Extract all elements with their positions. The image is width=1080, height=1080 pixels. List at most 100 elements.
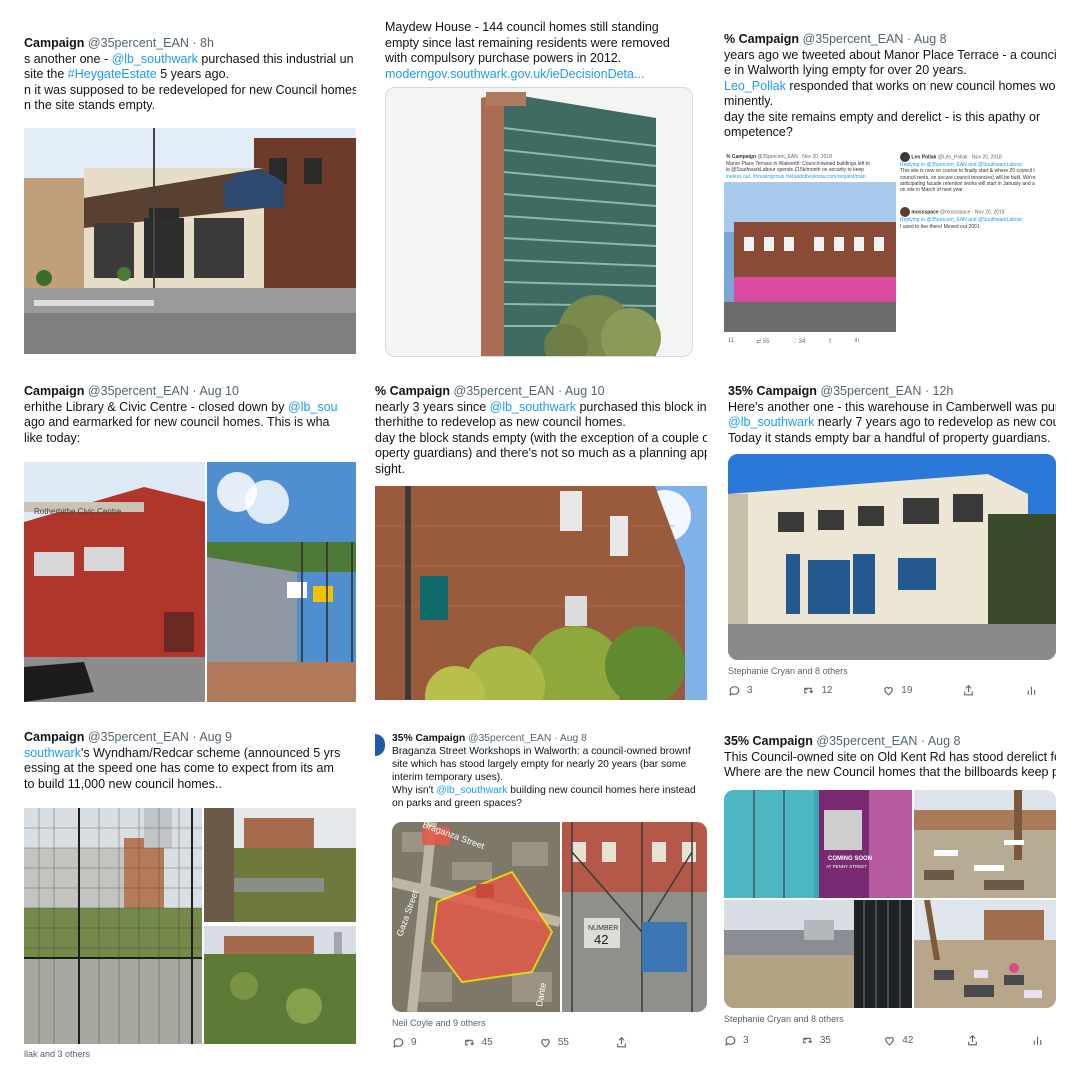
mention-link[interactable]: @lb_sou	[288, 400, 338, 414]
tweet-photo[interactable]	[204, 808, 356, 922]
tweet-photo[interactable]: NUMBER 42	[562, 822, 707, 1012]
author-handle[interactable]: @35percent_EAN	[88, 730, 189, 744]
tweet-line: essing at the speed one has come to expe…	[24, 761, 334, 775]
retweet-icon	[802, 1037, 813, 1044]
mention-link[interactable]: @lb_southwark	[728, 415, 814, 429]
link-url[interactable]: moderngov.southwark.gov.uk/ieDecisionDet…	[385, 67, 670, 83]
reply-button[interactable]: 3	[724, 1034, 749, 1047]
share-button[interactable]	[615, 1036, 628, 1049]
likers-text[interactable]: llak and 3 others	[24, 1049, 90, 1057]
tweet-line: like today:	[24, 430, 81, 445]
tweet-tile-old-kent-road[interactable]: 35% Campaign @35percent_EAN · Aug 8 This…	[724, 732, 1056, 1058]
tweet-time[interactable]: Aug 8	[928, 734, 961, 748]
tweet-tile-manor-place[interactable]: % Campaign @35percent_EAN · Aug 8 years …	[724, 28, 1056, 358]
author-name[interactable]: % Campaign	[375, 384, 450, 398]
link-card-photo[interactable]	[385, 87, 693, 357]
author-handle[interactable]: @35percent_EAN	[468, 733, 551, 744]
tweet-time[interactable]: 12h	[933, 384, 954, 398]
tweet-tile-heygate[interactable]: Campaign @35percent_EAN · 8h s another o…	[24, 28, 356, 358]
likers-text[interactable]: Stephanie Cryan and 8 others	[728, 666, 848, 676]
share-button[interactable]	[966, 1034, 979, 1047]
tweet-photo[interactable]: Rotherhithe Civic Centre	[24, 462, 205, 702]
author-handle[interactable]: @35percent_EAN	[816, 734, 917, 748]
tweet-line: Where are the new Council homes that the…	[724, 765, 1056, 779]
action-bar: 3 12 19	[728, 684, 1038, 697]
svg-text:Rotherhithe Civic Centre: Rotherhithe Civic Centre	[34, 507, 122, 516]
like-button[interactable]: 19	[882, 684, 912, 697]
share-icon	[617, 1036, 626, 1048]
author-name[interactable]: Campaign	[24, 730, 84, 744]
reply-button[interactable]: 3	[728, 684, 753, 697]
reply-icon	[393, 1038, 404, 1048]
tweet-text: Campaign @35percent_EAN · 8h s another o…	[24, 36, 356, 114]
tweet-photo[interactable]	[207, 462, 356, 702]
avatar[interactable]	[375, 734, 385, 756]
tweet-line: empty since last remaining residents wer…	[385, 35, 670, 50]
likers-text[interactable]: Neil Coyle and 9 others	[392, 1018, 486, 1028]
author-name[interactable]: 35% Campaign	[724, 734, 813, 748]
sign-number: 42	[594, 932, 608, 947]
tweet-time[interactable]: Aug 9	[199, 730, 232, 744]
like-button[interactable]: 55	[539, 1036, 569, 1049]
author-name[interactable]: Campaign	[24, 384, 84, 398]
tweet-text: Campaign @35percent_EAN · Aug 10 erhithe…	[24, 384, 338, 446]
tweet-tile-rotherhithe-block[interactable]: % Campaign @35percent_EAN · Aug 10 nearl…	[375, 382, 707, 704]
tweet-photo[interactable]	[724, 900, 912, 1008]
tweet-photo[interactable]: COMING SOON AT PENNY STREET	[724, 790, 912, 898]
author-name[interactable]: 35% Campaign	[392, 733, 465, 744]
like-button[interactable]: 42	[883, 1034, 913, 1047]
likers-text[interactable]: Stephanie Cryan and 8 others	[724, 1014, 844, 1024]
tweet-time[interactable]: Aug 8	[560, 733, 587, 744]
tweet-time[interactable]: 8h	[200, 36, 214, 50]
reply-icon	[729, 686, 740, 696]
author-handle[interactable]: @35percent_EAN	[88, 384, 189, 398]
tweet-tile-rotherhithe-library[interactable]: Campaign @35percent_EAN · Aug 10 erhithe…	[24, 382, 356, 704]
mention-link[interactable]: southwark	[24, 746, 81, 760]
tweet-photo[interactable]	[24, 128, 356, 354]
tweet-time[interactable]: Aug 10	[565, 384, 605, 398]
author-handle[interactable]: @35percent_EAN	[820, 384, 921, 398]
tweet-line: operty guardians) and there's not so muc…	[375, 446, 707, 460]
tweet-text: Maydew House - 144 council homes still s…	[385, 20, 670, 82]
share-icon	[967, 1034, 977, 1046]
tweet-tile-camberwell-warehouse[interactable]: 35% Campaign @35percent_EAN · 12h Here's…	[728, 382, 1056, 704]
share-button[interactable]	[962, 684, 975, 697]
map-photo[interactable]: Braganza Street Gaza Street Dante	[392, 822, 560, 1012]
tweet-header: Campaign @35percent_EAN · 8h	[24, 36, 214, 50]
tweet-photo[interactable]	[914, 790, 1056, 898]
tweet-photo[interactable]	[24, 808, 202, 1044]
heart-icon	[884, 687, 894, 696]
tweet-line: site the #HeygateEstate 5 years ago.	[24, 67, 229, 81]
tweet-photo[interactable]	[728, 454, 1056, 660]
mention-link[interactable]: @lb_southwark	[112, 52, 198, 66]
tweet-photo[interactable]	[375, 486, 707, 700]
author-handle[interactable]: @35percent_EAN	[454, 384, 555, 398]
retweet-button[interactable]: 45	[463, 1036, 493, 1049]
hashtag-link[interactable]: #HeygateEstate	[68, 67, 157, 81]
reply-button[interactable]: 9	[392, 1036, 417, 1049]
tweet-tile-wyndham-redcar[interactable]: Campaign @35percent_EAN · Aug 9 southwar…	[24, 728, 356, 1058]
author-name[interactable]: % Campaign	[724, 32, 799, 46]
tweet-time[interactable]: Aug 8	[914, 32, 947, 46]
tweet-header: 35% Campaign @35percent_EAN · 12h	[728, 384, 954, 398]
mention-link[interactable]: @lb_southwark	[436, 785, 507, 796]
author-handle[interactable]: @35percent_EAN	[803, 32, 904, 46]
analytics-button[interactable]	[1031, 1034, 1044, 1047]
tweet-tile-braganza-street[interactable]: 35% Campaign @35percent_EAN · Aug 8 Brag…	[375, 730, 707, 1056]
author-name[interactable]: 35% Campaign	[728, 384, 817, 398]
mention-link[interactable]: Leo_Pollak	[724, 79, 786, 93]
tweet-line: ompetence?	[724, 125, 793, 139]
tweet-line: n it was supposed to be redeveloped for …	[24, 82, 356, 97]
retweet-button[interactable]: 12	[802, 684, 832, 697]
retweet-button[interactable]: 35	[801, 1034, 831, 1047]
embedded-screenshot[interactable]: % Campaign @35percent_EAN · Nov 20, 2018…	[724, 146, 1056, 354]
tweet-header: % Campaign @35percent_EAN · Aug 10	[375, 384, 605, 398]
author-name[interactable]: Campaign	[24, 36, 84, 50]
author-handle[interactable]: @35percent_EAN	[88, 36, 189, 50]
analytics-button[interactable]	[1025, 684, 1038, 697]
tweet-photo[interactable]	[914, 900, 1056, 1008]
mention-link[interactable]: @lb_southwark	[490, 400, 576, 414]
tweet-tile-maydew[interactable]: Maydew House - 144 council homes still s…	[375, 20, 707, 358]
tweet-time[interactable]: Aug 10	[199, 384, 239, 398]
tweet-photo[interactable]	[204, 926, 356, 1044]
